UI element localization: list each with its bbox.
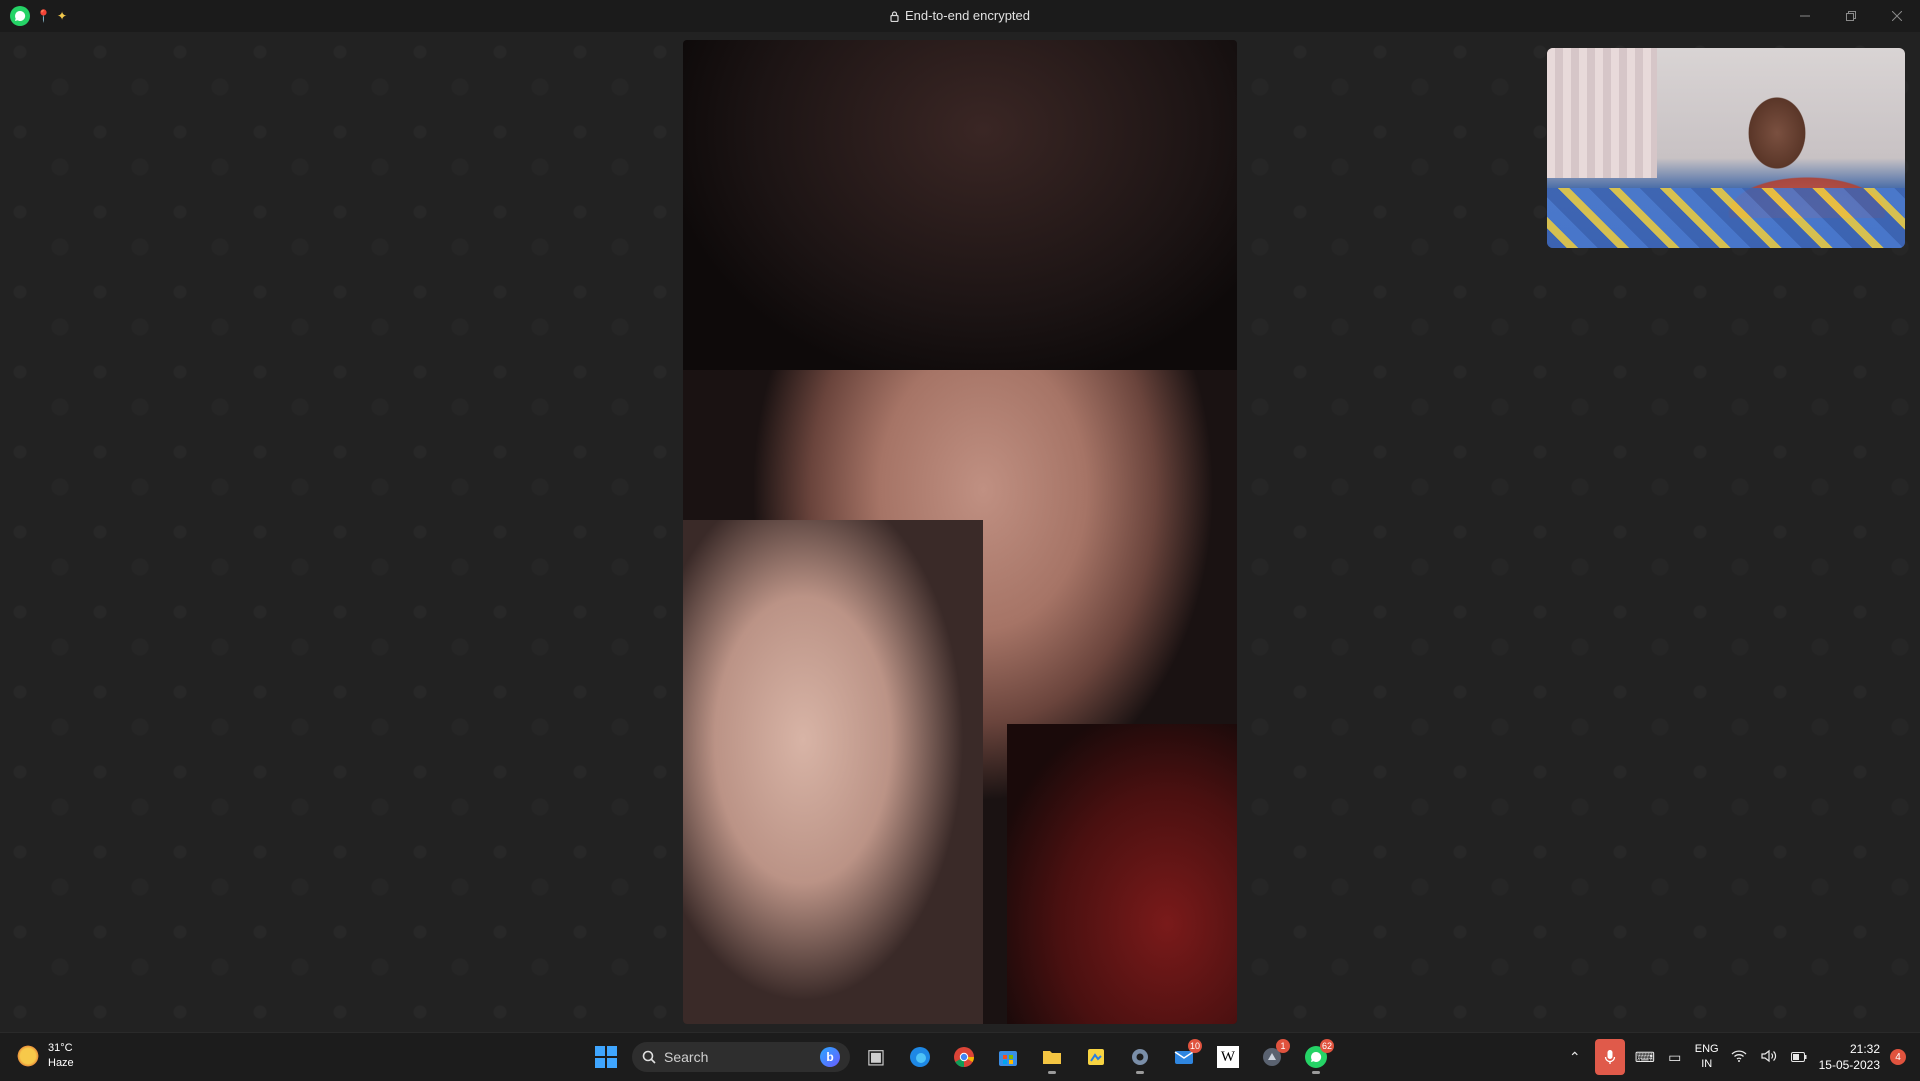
notification-app-button[interactable]: 1: [1254, 1039, 1290, 1075]
wikipedia-icon: W: [1217, 1046, 1239, 1068]
windows-logo-icon: [595, 1046, 605, 1056]
clock-date: 15-05-2023: [1818, 1058, 1880, 1072]
edge-icon: [910, 1047, 930, 1067]
running-indicator: [1048, 1071, 1056, 1074]
self-preview-video[interactable]: [1547, 48, 1905, 248]
running-indicator: [1136, 1071, 1144, 1074]
system-tray: ⌃ ⌨ ▭ ENG IN 21:32 15-05-2023 4: [1565, 1039, 1906, 1075]
microphone-in-use-indicator[interactable]: [1594, 1039, 1625, 1075]
touch-keyboard-icon[interactable]: ▭: [1665, 1049, 1685, 1066]
region-code: IN: [1701, 1058, 1713, 1070]
wikipedia-button[interactable]: W: [1210, 1039, 1246, 1075]
sticky-notes-icon: [1088, 1049, 1104, 1065]
mail-button[interactable]: 10: [1166, 1039, 1202, 1075]
store-icon: [999, 1051, 1017, 1066]
microphone-icon: [1604, 1050, 1615, 1064]
window-controls: [1782, 0, 1920, 32]
window-title: End-to-end encrypted: [0, 8, 1920, 25]
remote-video-hair-region: [683, 40, 1237, 370]
title-bar: 📍 ✦ End-to-end encrypted: [0, 0, 1920, 32]
notification-count-badge[interactable]: 4: [1890, 1049, 1906, 1065]
task-view-icon: ▣: [866, 1046, 886, 1068]
search-placeholder: Search: [664, 1049, 709, 1065]
weather-condition: Haze: [48, 1057, 74, 1069]
gear-icon: [1132, 1049, 1148, 1065]
remote-participant-video[interactable]: [683, 40, 1237, 1024]
close-button[interactable]: [1874, 0, 1920, 32]
store-button[interactable]: [990, 1039, 1026, 1075]
language-code: ENG: [1694, 1043, 1719, 1055]
lock-icon: [890, 10, 899, 25]
weather-widget[interactable]: 31°C Haze: [16, 1041, 74, 1071]
file-explorer-button[interactable]: [1034, 1039, 1070, 1075]
chrome-icon: [954, 1047, 975, 1068]
start-button[interactable]: [588, 1039, 624, 1075]
volume-icon[interactable]: [1759, 1049, 1779, 1066]
search-icon: [642, 1050, 656, 1064]
remote-video-clothing-region: [1007, 724, 1237, 1024]
chevron-up-icon[interactable]: ⌃: [1565, 1049, 1585, 1066]
video-call-area: [0, 32, 1920, 1032]
self-video-blanket: [1547, 188, 1905, 248]
wifi-icon[interactable]: [1729, 1049, 1749, 1065]
weather-haze-icon: [16, 1044, 40, 1068]
whatsapp-taskbar-button[interactable]: 62: [1298, 1039, 1334, 1075]
weather-text: 31°C Haze: [48, 1041, 74, 1071]
taskbar-search[interactable]: Search b: [632, 1042, 850, 1072]
app-badge: 1: [1276, 1039, 1290, 1053]
bing-icon: b: [820, 1047, 840, 1067]
weather-temp: 31°C: [48, 1042, 73, 1054]
running-indicator: [1312, 1071, 1320, 1074]
restore-button[interactable]: [1828, 0, 1874, 32]
battery-icon[interactable]: [1789, 1049, 1809, 1065]
encryption-label: End-to-end encrypted: [904, 8, 1031, 23]
settings-button[interactable]: [1122, 1039, 1158, 1075]
edge-button[interactable]: [902, 1039, 938, 1075]
remote-video-hand-region: [683, 520, 983, 1024]
self-video-curtain: [1547, 48, 1657, 178]
taskbar-center: Search b ▣ 10 W 1 62: [588, 1039, 1334, 1075]
chrome-button[interactable]: [946, 1039, 982, 1075]
minimize-button[interactable]: [1782, 0, 1828, 32]
whatsapp-badge: 62: [1319, 1039, 1334, 1053]
mail-badge: 10: [1187, 1039, 1202, 1053]
clock-time: 21:32: [1849, 1042, 1880, 1056]
folder-icon: [1043, 1051, 1061, 1064]
taskbar: 31°C Haze Search b ▣ 10 W 1 62 ⌃ ⌨ ▭ ENG…: [0, 1032, 1920, 1081]
language-indicator[interactable]: ENG IN: [1695, 1042, 1719, 1072]
sticky-notes-button[interactable]: [1078, 1039, 1114, 1075]
clock[interactable]: 21:32 15-05-2023: [1819, 1041, 1880, 1073]
task-view-button[interactable]: ▣: [858, 1039, 894, 1075]
keyboard-icon[interactable]: ⌨: [1635, 1049, 1655, 1066]
